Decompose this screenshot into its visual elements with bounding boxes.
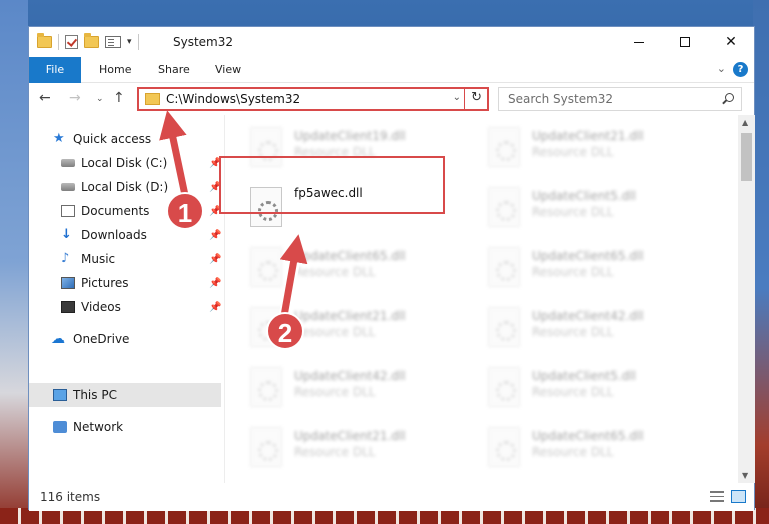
step-2-badge: 2 — [266, 312, 304, 350]
step-1-badge: 1 — [166, 192, 204, 230]
annotation-arrows — [159, 110, 308, 322]
